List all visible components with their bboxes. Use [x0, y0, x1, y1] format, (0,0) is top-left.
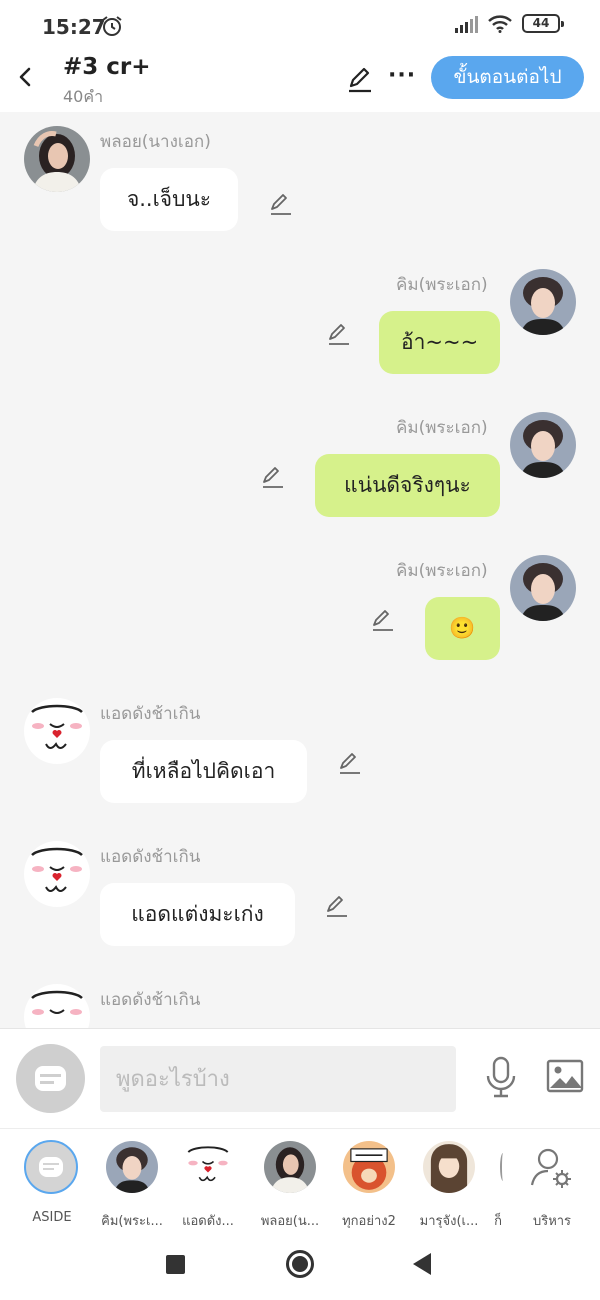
edit-message-icon[interactable] [326, 321, 352, 347]
edit-message-icon[interactable] [268, 191, 294, 217]
message-bubble[interactable]: ที่เหลือไปคิดเอา [100, 740, 307, 803]
alarm-icon [102, 16, 122, 36]
message-input[interactable] [100, 1046, 456, 1112]
sender-name: คิม(พระเอก) [396, 561, 488, 581]
avatar-woman[interactable] [24, 126, 90, 192]
signal-icon [455, 15, 478, 33]
wifi-icon [488, 14, 512, 33]
next-step-button[interactable]: ขั้นตอนต่อไป [431, 56, 584, 99]
aside-icon [24, 1140, 78, 1194]
avatar-anime-girl [423, 1141, 475, 1193]
avatar-man[interactable] [510, 412, 576, 478]
message-bubble[interactable]: แอดแต่งมะเก่ง [100, 883, 295, 946]
edit-message-icon[interactable] [370, 607, 396, 633]
aside-icon [35, 1066, 66, 1091]
avatar-cartoon-sign [343, 1141, 395, 1193]
system-nav-bar [0, 1228, 600, 1300]
character-bar: ASIDE คิม(พระเ... แอดดัง... พลอย(น... ทุ… [0, 1128, 600, 1229]
home-icon[interactable] [286, 1250, 314, 1278]
edit-icon[interactable] [345, 64, 375, 94]
avatar-mascot[interactable] [24, 698, 90, 764]
chat-title: #3 cr+ [63, 54, 151, 80]
back-icon[interactable] [413, 1253, 431, 1275]
edit-message-icon[interactable] [324, 893, 350, 919]
message-bubble[interactable]: 🙂 [425, 597, 500, 660]
message-bubble[interactable]: จ..เจ็บนะ [100, 168, 238, 231]
avatar-woman [264, 1141, 316, 1193]
manage-users-icon [530, 1148, 571, 1188]
input-bar [0, 1028, 600, 1128]
avatar-man[interactable] [510, 555, 576, 621]
message-bubble[interactable]: อ้า~~~ [379, 311, 500, 374]
message-bubble[interactable]: แน่นดีจริงๆนะ [315, 454, 500, 517]
character-label: ASIDE [32, 1210, 72, 1225]
microphone-icon[interactable] [484, 1056, 518, 1098]
sender-name: แอดดังช้าเกิน [100, 847, 201, 867]
edit-message-icon[interactable] [337, 750, 363, 776]
sender-name: แอดดังช้าเกิน [100, 704, 201, 724]
status-time: 15:27 [42, 15, 106, 39]
image-icon[interactable] [546, 1059, 584, 1093]
avatar-mascot[interactable] [24, 841, 90, 907]
avatar-man[interactable] [510, 269, 576, 335]
sender-name: คิม(พระเอก) [396, 418, 488, 438]
sender-name: พลอย(นางเอก) [100, 132, 211, 152]
status-bar: 15:27 44 [0, 0, 600, 52]
back-arrow-icon[interactable] [14, 62, 36, 92]
avatar-man [106, 1141, 158, 1193]
chat-area[interactable]: พลอย(นางเอก) จ..เจ็บนะ คิม(พระเอก) อ้า~~… [0, 112, 600, 1028]
chat-header: #3 cr+ 40คำ ··· ขั้นตอนต่อไป [0, 52, 600, 112]
sender-name: คิม(พระเอก) [396, 275, 488, 295]
more-options-icon[interactable]: ··· [388, 64, 415, 90]
avatar-mascot[interactable] [24, 984, 90, 1028]
battery-indicator: 44 [522, 14, 564, 33]
avatar-mascot [182, 1141, 234, 1193]
edit-message-icon[interactable] [260, 464, 286, 490]
recents-icon[interactable] [166, 1255, 185, 1274]
word-count: 40คำ [63, 87, 104, 106]
sender-name: แอดดังช้าเกิน [100, 990, 201, 1010]
aside-toggle-button[interactable] [16, 1044, 85, 1113]
